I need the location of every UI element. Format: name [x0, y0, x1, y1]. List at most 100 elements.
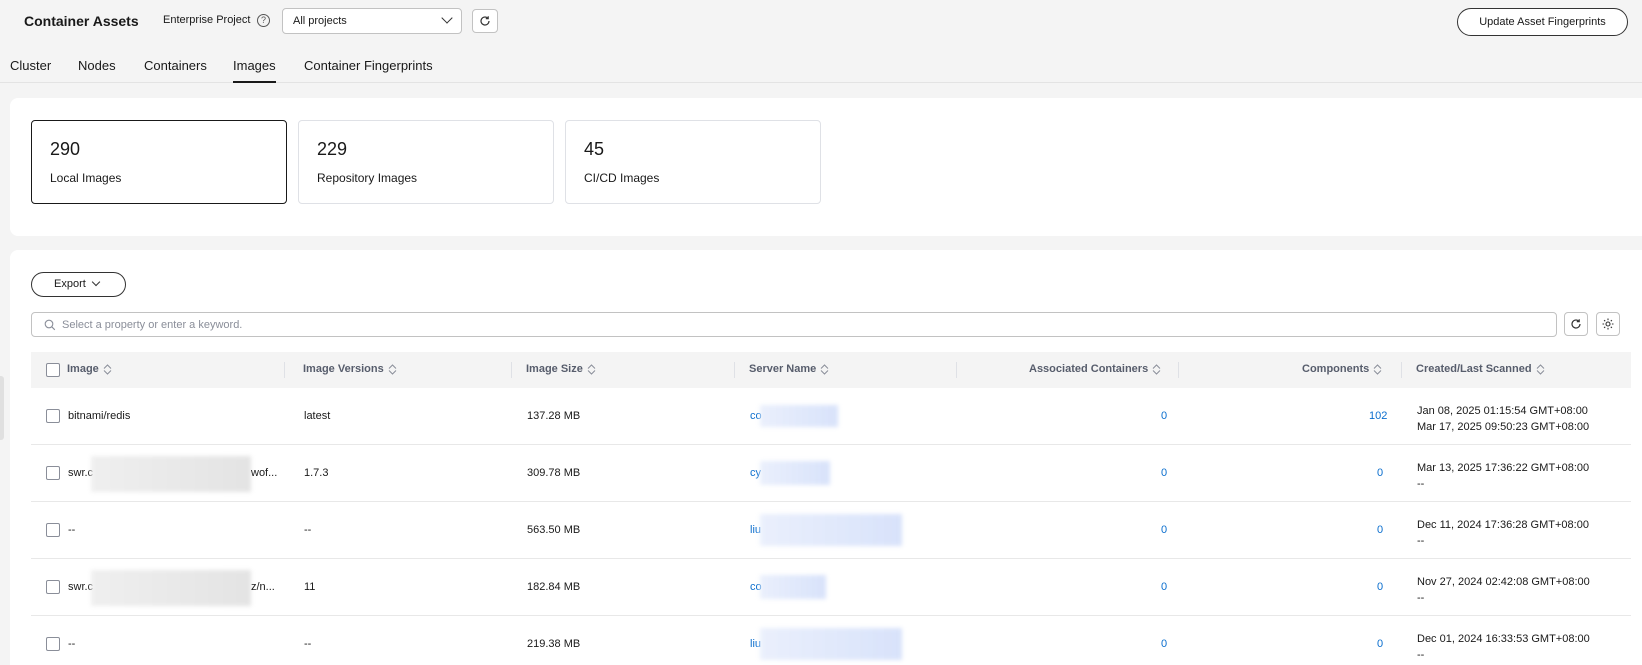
column-header-server-name[interactable]: Server Name — [749, 363, 829, 375]
column-divider — [284, 362, 285, 378]
table-row[interactable]: -- -- 219.38 MB liu 0 0 Dec 01, 2024 16:… — [31, 616, 1631, 665]
associated-containers-link[interactable]: 0 — [1161, 467, 1167, 479]
table-row[interactable]: bitnami/redis latest 137.28 MB co 0 102 … — [31, 388, 1631, 445]
redacted-overlay — [91, 570, 251, 606]
last-scanned-time: Mar 17, 2025 09:50:23 GMT+08:00 — [1417, 421, 1590, 433]
card-count: 45 — [584, 139, 605, 159]
redacted-overlay — [760, 461, 830, 485]
image-name-suffix: wof... — [251, 467, 278, 479]
column-label: Image — [67, 363, 99, 375]
column-label: Components — [1302, 363, 1370, 375]
column-label: Image Versions — [303, 363, 384, 375]
page-title: Container Assets — [24, 13, 139, 29]
card-count: 290 — [50, 139, 81, 159]
created-time: Nov 27, 2024 02:42:08 GMT+08:00 — [1417, 576, 1590, 588]
column-header-created-last-scanned[interactable]: Created/Last Scanned — [1416, 363, 1545, 375]
table-row[interactable]: swr.c z/n... 11 182.84 MB co 0 0 Nov 27,… — [31, 559, 1631, 616]
created-scanned-time: Nov 27, 2024 02:42:08 GMT+08:00 -- — [1417, 574, 1590, 606]
created-scanned-time: Dec 01, 2024 16:33:53 GMT+08:00 -- — [1417, 631, 1590, 663]
components-link[interactable]: 0 — [1377, 524, 1383, 536]
export-label: Export — [54, 278, 86, 290]
last-scanned-time: -- — [1417, 649, 1425, 661]
created-scanned-time: Dec 11, 2024 17:36:28 GMT+08:00 -- — [1417, 517, 1589, 549]
sort-icon — [103, 363, 112, 375]
components-link[interactable]: 102 — [1369, 410, 1387, 422]
card-label: CI/CD Images — [584, 171, 660, 185]
search-input[interactable] — [62, 316, 1462, 333]
associated-containers-link[interactable]: 0 — [1161, 581, 1167, 593]
tab-container-fingerprints[interactable]: Container Fingerprints — [304, 58, 433, 81]
column-divider — [956, 362, 957, 378]
row-checkbox[interactable] — [46, 580, 60, 594]
cicd-images-card[interactable]: 45 CI/CD Images — [565, 120, 821, 204]
associated-containers-link[interactable]: 0 — [1161, 638, 1167, 650]
row-checkbox[interactable] — [46, 523, 60, 537]
sort-icon — [1373, 363, 1382, 375]
column-header-associated-containers[interactable]: Associated Containers — [1029, 363, 1161, 375]
chevron-down-icon — [91, 277, 101, 287]
asset-tabs: Cluster Nodes Containers Images Containe… — [0, 50, 1642, 83]
chevron-down-icon — [441, 12, 453, 24]
sort-icon — [587, 363, 596, 375]
select-all-checkbox[interactable] — [46, 363, 60, 377]
created-time: Dec 11, 2024 17:36:28 GMT+08:00 — [1417, 519, 1589, 531]
last-scanned-time: -- — [1417, 535, 1425, 547]
tab-containers[interactable]: Containers — [144, 58, 207, 81]
sort-icon — [1152, 363, 1161, 375]
enterprise-project-label: Enterprise Project — [163, 14, 251, 26]
image-name: bitnami/redis — [68, 410, 131, 422]
table-row[interactable]: swr.c wof... 1.7.3 309.78 MB cy 0 0 Mar … — [31, 445, 1631, 502]
local-images-card[interactable]: 290 Local Images — [31, 120, 287, 204]
created-scanned-time: Mar 13, 2025 17:36:22 GMT+08:00 -- — [1417, 460, 1589, 492]
tab-cluster[interactable]: Cluster — [10, 58, 51, 81]
sort-icon — [820, 363, 829, 375]
last-scanned-time: -- — [1417, 478, 1425, 490]
row-checkbox[interactable] — [46, 409, 60, 423]
image-name: -- — [68, 638, 76, 650]
sort-icon — [388, 363, 397, 375]
table-settings-button[interactable] — [1596, 312, 1620, 336]
image-summary-panel: 290 Local Images 229 Repository Images 4… — [10, 98, 1642, 236]
gear-icon — [1602, 318, 1614, 330]
side-panel-handle[interactable] — [0, 376, 4, 440]
repository-images-card[interactable]: 229 Repository Images — [298, 120, 554, 204]
redacted-overlay — [760, 405, 838, 427]
created-time: Jan 08, 2025 01:15:54 GMT+08:00 — [1417, 405, 1588, 417]
redacted-overlay — [91, 456, 251, 492]
images-table-panel: Export Image Image Versions Image Size S… — [10, 250, 1642, 665]
associated-containers-link[interactable]: 0 — [1161, 410, 1167, 422]
tab-nodes[interactable]: Nodes — [78, 58, 116, 81]
column-header-image-versions[interactable]: Image Versions — [303, 363, 397, 375]
associated-containers-link[interactable]: 0 — [1161, 524, 1167, 536]
refresh-projects-button[interactable] — [472, 9, 498, 33]
column-label: Associated Containers — [1029, 363, 1149, 375]
components-link[interactable]: 0 — [1377, 581, 1383, 593]
page-header: Container Assets Enterprise Project ? Al… — [0, 0, 1642, 44]
column-divider — [734, 362, 735, 378]
redacted-overlay — [760, 514, 902, 546]
column-header-image[interactable]: Image — [67, 363, 112, 375]
update-asset-fingerprints-button[interactable]: Update Asset Fingerprints — [1457, 8, 1628, 36]
row-checkbox[interactable] — [46, 466, 60, 480]
redacted-overlay — [760, 628, 902, 660]
search-box[interactable] — [31, 312, 1557, 337]
column-label: Image Size — [526, 363, 583, 375]
column-header-components[interactable]: Components — [1302, 363, 1382, 375]
row-checkbox[interactable] — [46, 637, 60, 651]
components-link[interactable]: 0 — [1377, 467, 1383, 479]
image-version: -- — [304, 524, 312, 536]
created-time: Dec 01, 2024 16:33:53 GMT+08:00 — [1417, 633, 1590, 645]
project-select-value: All projects — [293, 15, 347, 27]
last-scanned-time: -- — [1417, 592, 1425, 604]
card-count: 229 — [317, 139, 348, 159]
project-select[interactable]: All projects — [282, 8, 462, 34]
column-header-image-size[interactable]: Image Size — [526, 363, 596, 375]
table-row[interactable]: -- -- 563.50 MB liu 0 0 Dec 11, 2024 17:… — [31, 502, 1631, 559]
image-name-suffix: z/n... — [251, 581, 275, 593]
tab-images[interactable]: Images — [233, 58, 276, 83]
refresh-table-button[interactable] — [1564, 312, 1588, 336]
help-icon[interactable]: ? — [257, 14, 270, 27]
table-header: Image Image Versions Image Size Server N… — [31, 352, 1631, 388]
components-link[interactable]: 0 — [1377, 638, 1383, 650]
export-button[interactable]: Export — [31, 272, 126, 297]
